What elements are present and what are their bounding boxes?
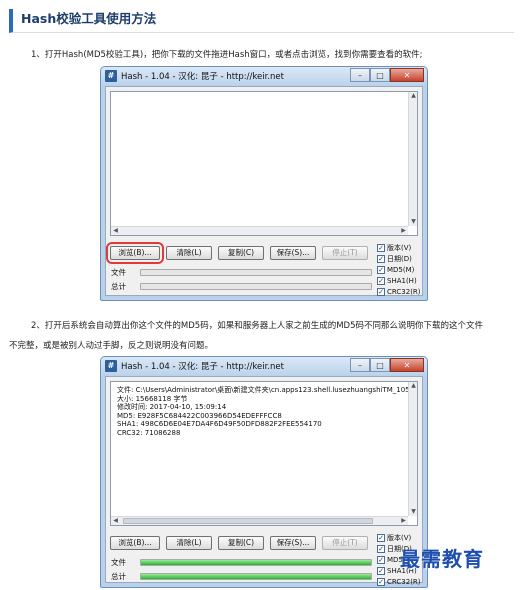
vertical-scrollbar[interactable]: ▲ ▼ <box>408 92 417 226</box>
browse-button[interactable]: 浏览(B)... <box>106 242 164 264</box>
copy-button[interactable]: 复制(C) <box>218 536 264 550</box>
step2-text-line2: 不完整，或是被别人动过手脚，反之则说明没有问题。 <box>9 341 214 351</box>
checkbox-icon[interactable]: ✓ <box>377 567 385 575</box>
total-progress-label: 总计 <box>111 282 126 291</box>
step1-text: 1、打开Hash(MD5校验工具)，把你下载的文件拖进Hash窗口，或者点击浏览… <box>31 50 423 60</box>
option-crc32[interactable]: ✓ CRC32(R) <box>377 577 421 587</box>
result-sha1: SHA1: 498C6D6E04E7DA4F6D49F50DFD882F2FEE… <box>117 420 322 429</box>
scroll-up-icon[interactable]: ▲ <box>409 92 418 100</box>
close-button[interactable]: ✕ <box>390 358 424 372</box>
stop-button[interactable]: 停止(T) <box>322 536 368 550</box>
checkbox-icon[interactable]: ✓ <box>377 255 385 263</box>
total-progress-bar <box>140 283 372 290</box>
file-progress-bar <box>140 269 372 276</box>
checkbox-icon[interactable]: ✓ <box>377 244 385 252</box>
window-titlebar[interactable]: # Hash - 1.04 - 汉化: 昆子 - http://keir.net… <box>101 357 427 375</box>
window-titlebar[interactable]: # Hash - 1.04 - 汉化: 昆子 - http://keir.net… <box>101 67 427 85</box>
hash-options: ✓ 版本(V) ✓ 日期(D) ✓ MD5(M) ✓ SHA1(H) ✓ CRC32(R) <box>377 243 421 297</box>
hash-window-2: # Hash - 1.04 - 汉化: 昆子 - http://keir.net… <box>100 356 428 588</box>
minimize-button[interactable]: – <box>350 68 370 82</box>
total-progress-bar <box>140 573 372 580</box>
save-button[interactable]: 保存(S)... <box>270 536 316 550</box>
checkbox-icon[interactable]: ✓ <box>377 288 385 296</box>
checkbox-icon[interactable]: ✓ <box>377 578 385 586</box>
checkbox-icon[interactable]: ✓ <box>377 534 385 542</box>
close-button[interactable]: ✕ <box>390 68 424 82</box>
result-crc32: CRC32: 71086288 <box>117 428 181 437</box>
copy-button[interactable]: 复制(C) <box>218 246 264 260</box>
hash-window-1: # Hash - 1.04 - 汉化: 昆子 - http://keir.net… <box>100 66 428 301</box>
horizontal-scrollbar[interactable]: ◀ ▶ <box>111 226 408 235</box>
maximize-button[interactable]: □ <box>370 68 390 82</box>
vertical-scrollbar[interactable]: ▲ ▼ <box>408 382 417 516</box>
file-progress-bar <box>140 559 372 566</box>
app-icon: # <box>105 360 117 372</box>
window-client: 文件: C:\Users\Administrator\桌面\新建文件夹\cn.a… <box>105 376 423 586</box>
result-modified: 修改时间: 2017-04-10, 15:09:14 <box>117 403 227 412</box>
option-version[interactable]: ✓ 版本(V) <box>377 243 421 253</box>
file-progress-label: 文件 <box>111 558 126 567</box>
scroll-right-icon[interactable]: ▶ <box>399 227 408 235</box>
browse-button[interactable]: 浏览(B)... <box>110 536 160 550</box>
window-title: Hash - 1.04 - 汉化: 昆子 - http://keir.net <box>121 362 284 372</box>
result-file: 文件: C:\Users\Administrator\桌面\新建文件夹\cn.a… <box>117 386 410 394</box>
option-date[interactable]: ✓ 日期(D) <box>377 254 421 264</box>
file-progress-label: 文件 <box>111 268 126 277</box>
article-heading: Hash校验工具使用方法 <box>9 9 514 33</box>
checkbox-icon[interactable]: ✓ <box>377 545 385 553</box>
maximize-button[interactable]: □ <box>370 358 390 372</box>
horizontal-scroll-thumb[interactable] <box>123 518 373 524</box>
horizontal-scrollbar[interactable]: ◀ ▶ <box>111 516 408 525</box>
result-size: 大小: 15668118 字节 <box>117 394 188 403</box>
hash-result-text: 文件: C:\Users\Administrator\桌面\新建文件夹\cn.a… <box>117 386 410 438</box>
option-version[interactable]: ✓ 版本(V) <box>377 533 421 543</box>
scroll-down-icon[interactable]: ▼ <box>409 218 418 226</box>
app-icon: # <box>105 70 117 82</box>
total-progress-fill <box>141 574 371 579</box>
scroll-down-icon[interactable]: ▼ <box>409 508 418 516</box>
clear-button[interactable]: 清除(L) <box>166 246 212 260</box>
option-crc32[interactable]: ✓ CRC32(R) <box>377 287 421 297</box>
clear-button[interactable]: 清除(L) <box>166 536 212 550</box>
result-md5: MD5: E928F5C684422C003966D54EDEFFFCC8 <box>117 411 282 420</box>
minimize-button[interactable]: – <box>350 358 370 372</box>
file-progress-fill <box>141 560 371 565</box>
stop-button[interactable]: 停止(T) <box>322 246 368 260</box>
step2-text-line1: 2、打开后系统会自动算出你这个文件的MD5码，如果和服务器上人家之前生成的MD5… <box>31 321 483 331</box>
total-progress-label: 总计 <box>111 572 126 581</box>
checkbox-icon[interactable]: ✓ <box>377 277 385 285</box>
watermark-logo: 最需教育 <box>400 547 484 571</box>
checkbox-icon[interactable]: ✓ <box>377 556 385 564</box>
save-button[interactable]: 保存(S)... <box>270 246 316 260</box>
scroll-right-icon[interactable]: ▶ <box>399 517 408 525</box>
scroll-left-icon[interactable]: ◀ <box>111 517 120 525</box>
result-textarea[interactable]: ▲ ▼ ◀ ▶ <box>110 91 418 236</box>
scroll-left-icon[interactable]: ◀ <box>111 227 120 235</box>
option-sha1[interactable]: ✓ SHA1(H) <box>377 276 421 286</box>
window-title: Hash - 1.04 - 汉化: 昆子 - http://keir.net <box>121 72 284 82</box>
scroll-up-icon[interactable]: ▲ <box>409 382 418 390</box>
option-md5[interactable]: ✓ MD5(M) <box>377 265 421 275</box>
checkbox-icon[interactable]: ✓ <box>377 266 385 274</box>
result-textarea[interactable]: 文件: C:\Users\Administrator\桌面\新建文件夹\cn.a… <box>110 381 418 526</box>
window-client: ▲ ▼ ◀ ▶ 浏览(B)... 清除(L) 复制(C) 保存(S)... 停止… <box>105 86 423 296</box>
